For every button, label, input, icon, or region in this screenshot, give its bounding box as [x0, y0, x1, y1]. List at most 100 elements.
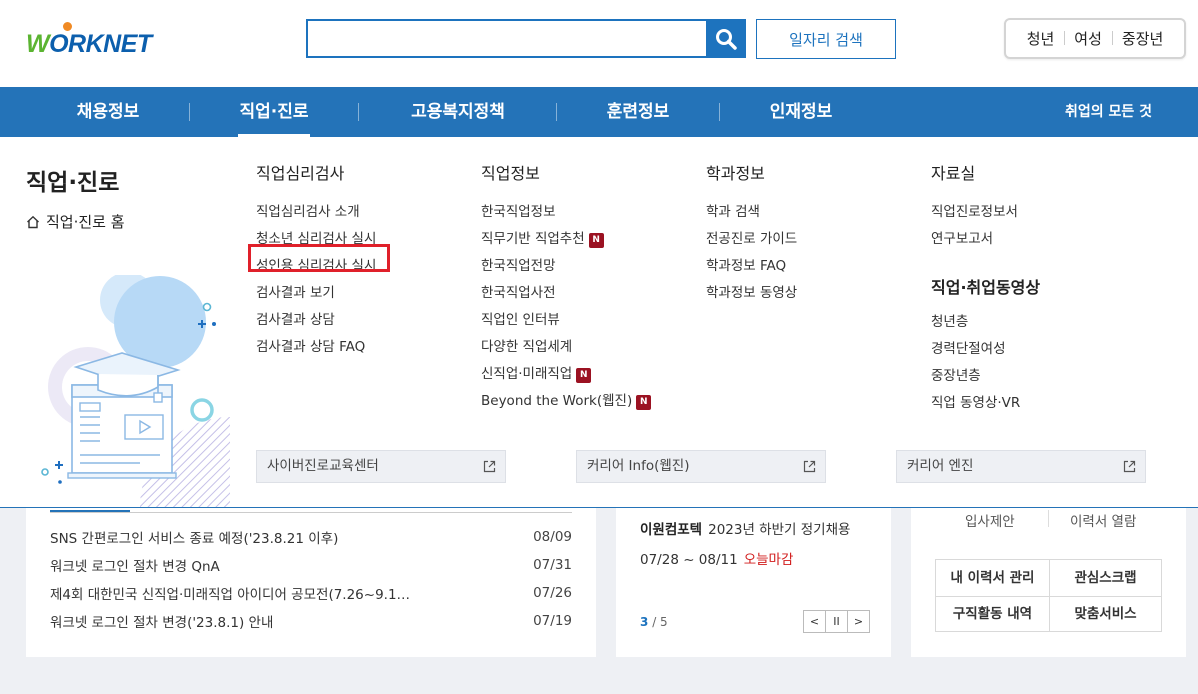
menu-item-label: 직무기반 직업추천 — [481, 231, 585, 247]
pause-button[interactable]: II — [825, 610, 848, 633]
notice-date: 07/26 — [533, 585, 572, 601]
nav-item-welfare[interactable]: 고용복지정책 — [396, 87, 520, 137]
notice-row[interactable]: 제4회 대한민국 신직업·미래직업 아이디어 공모전(7.26~9.1… 07/… — [50, 579, 572, 607]
menu-item[interactable]: 청년층 — [931, 309, 1040, 336]
menu-item[interactable]: 학과정보 FAQ — [706, 253, 797, 280]
tab-youth[interactable]: 청년 — [1017, 28, 1065, 49]
external-link-icon — [1123, 460, 1136, 473]
pager-current: 3 — [640, 615, 649, 629]
nav-divider — [189, 103, 190, 121]
column-heading-videos[interactable]: 직업·취업동영상 — [931, 277, 1040, 299]
menu-item-label: 검사결과 상담 — [256, 312, 335, 328]
menu-item[interactable]: 직업인 인터뷰 — [481, 307, 651, 334]
new-badge: N — [576, 368, 592, 383]
menu-item-label: 연구보고서 — [931, 231, 994, 247]
resume-view-link[interactable]: 이력서 열람 — [1070, 510, 1136, 530]
job-search-button[interactable]: 일자리 검색 — [756, 19, 896, 59]
external-link-label: 커리어 엔진 — [907, 458, 974, 474]
job-offer-link[interactable]: 입사제안 — [965, 510, 1015, 530]
header: WORKNET 일자리 검색 청년 여성 중장년 — [0, 0, 1198, 87]
menu-item[interactable]: 직업진로정보서 — [931, 199, 1040, 226]
notice-row[interactable]: 워크넷 로그인 절차 변경('23.8.1) 안내 07/19 — [50, 607, 572, 635]
menu-item-label: 학과정보 동영상 — [706, 285, 798, 301]
menu-item[interactable]: 검사결과 상담 — [256, 307, 376, 334]
menu-item-label: 학과정보 FAQ — [706, 258, 787, 274]
menu-item[interactable]: 한국직업사전 — [481, 280, 651, 307]
recruit-panel: 이원컴포텍 2023년 하반기 정기채용 07/28 ~ 08/11 오늘마감 3 … — [616, 508, 891, 657]
external-link-icon — [483, 460, 496, 473]
menu-item[interactable]: 한국직업전망 — [481, 253, 651, 280]
my-resume-button[interactable]: 내 이력서 관리 — [936, 560, 1049, 596]
menu-item[interactable]: 신직업·미래직업 N — [481, 361, 651, 388]
mega-menu-title: 직업·진로 — [26, 170, 120, 196]
chevron-left-icon: < — [809, 615, 820, 628]
highlight-box — [248, 244, 390, 272]
menu-item-label: 학과 검색 — [706, 204, 760, 220]
menu-item[interactable]: 중장년층 — [931, 363, 1040, 390]
custom-service-button[interactable]: 맞춤서비스 — [1049, 596, 1162, 632]
menu-item-label: 검사결과 상담 FAQ — [256, 339, 366, 355]
menu-item[interactable]: 검사결과 상담 FAQ — [256, 334, 376, 361]
search-input[interactable] — [306, 19, 708, 58]
recruit-company: 이원컴포텍 — [640, 522, 703, 538]
menu-item[interactable]: 직업심리검사 소개 — [256, 199, 376, 226]
nav-divider — [719, 103, 720, 121]
menu-item-label: 경력단절여성 — [931, 341, 1006, 357]
nav-item-career[interactable]: 직업·진로 — [228, 87, 320, 137]
menu-item-label: 직업심리검사 소개 — [256, 204, 360, 220]
menu-column-major-info: 학과정보 학과 검색 전공진로 가이드 학과정보 FAQ 학과정보 동영상 — [706, 163, 797, 307]
menu-item[interactable]: 전공진로 가이드 — [706, 226, 797, 253]
column-heading[interactable]: 직업심리검사 — [256, 163, 376, 185]
nav-divider — [556, 103, 557, 121]
nav-all-link[interactable]: 취업의 모든 것 — [1065, 87, 1152, 137]
home-icon — [27, 215, 39, 228]
menu-item[interactable]: 학과 검색 — [706, 199, 797, 226]
menu-item[interactable]: 다양한 직업세계 — [481, 334, 651, 361]
external-link-label: 사이버진로교육센터 — [267, 458, 379, 474]
career-home-link[interactable]: 직업·진로 홈 — [26, 211, 125, 232]
search-icon — [716, 28, 737, 50]
menu-item-label: 청년층 — [931, 314, 969, 330]
scrap-button[interactable]: 관심스크랩 — [1049, 560, 1162, 596]
notice-title: SNS 간편로그인 서비스 종료 예정('23.8.21 이후) — [50, 531, 339, 547]
menu-item[interactable]: 검사결과 보기 — [256, 280, 376, 307]
recruit-title: 2023년 하반기 정기채용 — [708, 522, 851, 538]
recruit-period: 07/28 ~ 08/11 — [640, 552, 738, 568]
cyber-career-center-link[interactable]: 사이버진로교육센터 — [256, 450, 506, 483]
column-heading[interactable]: 학과정보 — [706, 163, 797, 185]
tab-middle-aged[interactable]: 중장년 — [1111, 28, 1173, 49]
career-info-webzine-link[interactable]: 커리어 Info(웹진) — [576, 450, 826, 483]
menu-item[interactable]: 직무기반 직업추천 N — [481, 226, 651, 253]
job-activity-button[interactable]: 구직활동 내역 — [936, 596, 1049, 632]
notice-row[interactable]: 워크넷 로그인 절차 변경 QnA 07/31 — [50, 551, 572, 579]
notice-divider — [50, 512, 572, 513]
notice-row[interactable]: SNS 간편로그인 서비스 종료 예정('23.8.21 이후) 08/09 — [50, 523, 572, 551]
notice-panel: SNS 간편로그인 서비스 종료 예정('23.8.21 이후) 08/09 워… — [26, 508, 596, 657]
divider — [1048, 510, 1049, 527]
menu-item-label: Beyond the Work(웹진) — [481, 393, 633, 409]
next-button[interactable]: > — [847, 610, 870, 633]
nav-divider — [358, 103, 359, 121]
menu-item[interactable]: 경력단절여성 — [931, 336, 1040, 363]
nav-item-training[interactable]: 훈련정보 — [592, 87, 684, 137]
recruit-pager: 3 / 5 — [640, 615, 668, 629]
chevron-right-icon: > — [853, 615, 864, 628]
search-button[interactable] — [706, 19, 746, 58]
menu-item[interactable]: Beyond the Work(웹진) N — [481, 388, 652, 415]
nav-item-talent[interactable]: 인재정보 — [755, 87, 847, 137]
nav-item-jobs[interactable]: 채용정보 — [62, 87, 154, 137]
logo-text: WORKNET — [26, 30, 152, 58]
notice-title: 제4회 대한민국 신직업·미래직업 아이디어 공모전(7.26~9.1… — [50, 587, 411, 603]
worknet-logo[interactable]: WORKNET — [26, 22, 186, 62]
column-heading[interactable]: 직업정보 — [481, 163, 651, 185]
menu-item[interactable]: 한국직업정보 — [481, 199, 651, 226]
tab-women[interactable]: 여성 — [1064, 28, 1112, 49]
menu-item[interactable]: 연구보고서 — [931, 226, 1040, 253]
menu-item[interactable]: 학과정보 동영상 — [706, 280, 797, 307]
column-heading[interactable]: 자료실 — [931, 163, 1040, 185]
prev-button[interactable]: < — [803, 610, 826, 633]
career-engine-link[interactable]: 커리어 엔진 — [896, 450, 1146, 483]
user-type-tabs: 청년 여성 중장년 — [1004, 18, 1186, 59]
recruit-item[interactable]: 이원컴포텍 2023년 하반기 정기채용 — [640, 518, 850, 538]
menu-item[interactable]: 직업 동영상·VR — [931, 390, 1040, 417]
